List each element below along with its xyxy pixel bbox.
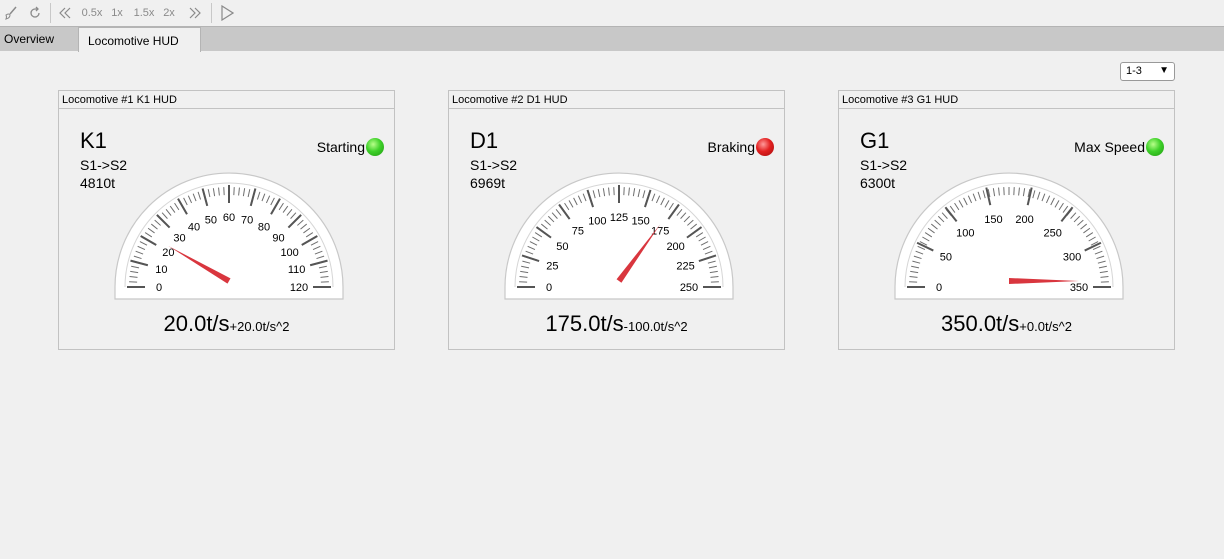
status-indicator: Starting xyxy=(317,138,384,156)
gauge-tick-label: 50 xyxy=(205,214,217,226)
tab-overview[interactable]: Overview xyxy=(0,28,68,50)
gauge-tick-label: 150 xyxy=(631,215,649,227)
gauge-tick-label: 225 xyxy=(676,260,694,272)
speed-2x-button[interactable]: 2x xyxy=(160,3,178,23)
status-text: Max Speed xyxy=(1074,139,1145,155)
speed-value: 20.0t/s xyxy=(163,311,230,336)
speed-readout: 350.0t/s+0.0t/s^2 xyxy=(839,311,1174,337)
locomotive-name: D1 xyxy=(470,128,499,153)
locomotive-name: K1 xyxy=(80,128,107,153)
play-icon[interactable] xyxy=(218,3,236,23)
speedometer-gauge: 0 10 20 30 40 50 60 70 80 90 100 110 120 xyxy=(112,171,346,306)
toolbar: 0.5x 1x 1.5x 2x xyxy=(0,0,1224,26)
gauge-tick-label: 50 xyxy=(556,241,568,253)
locomotive-hud-panel: Locomotive #2 D1 HUD D1 S1->S2 6969t Bra… xyxy=(448,90,785,350)
gauge-tick-label: 150 xyxy=(984,214,1002,226)
gauge-tick-label: 100 xyxy=(956,227,974,239)
chevron-down-icon: ▼ xyxy=(1159,65,1169,76)
fast-forward-icon[interactable] xyxy=(186,3,204,23)
panel-title: Locomotive #1 K1 HUD xyxy=(59,91,394,109)
acceleration-value: +20.0t/s^2 xyxy=(229,319,290,334)
speed-1.5x-button[interactable]: 1.5x xyxy=(132,3,156,23)
gauge-tick-label: 200 xyxy=(666,241,684,253)
gauge-tick-label: 175 xyxy=(651,225,669,237)
acceleration-value: +0.0t/s^2 xyxy=(1019,319,1072,334)
speed-1x-button[interactable]: 1x xyxy=(108,3,126,23)
locomotive-name: G1 xyxy=(860,128,890,153)
gauge-tick-label: 100 xyxy=(280,247,298,259)
panel-title: Locomotive #2 D1 HUD xyxy=(449,91,784,109)
brush-icon[interactable] xyxy=(2,3,20,23)
speed-value: 175.0t/s xyxy=(545,311,624,336)
gauge-svg: 0 50 100 150 200 250 300 350 xyxy=(894,172,1124,300)
speed-readout: 175.0t/s-100.0t/s^2 xyxy=(449,311,784,337)
speed-readout: 20.0t/s+20.0t/s^2 xyxy=(59,311,394,337)
gauge-tick-label: 60 xyxy=(223,212,235,224)
acceleration-value: -100.0t/s^2 xyxy=(623,319,688,334)
gauge-tick-label: 200 xyxy=(1015,214,1033,226)
range-select[interactable]: 1-3 ▼ xyxy=(1120,62,1175,81)
gauge-tick-label: 25 xyxy=(546,260,558,272)
gauge-tick-label: 20 xyxy=(162,247,174,259)
gauge-svg: 0 10 20 3040 50 60 70 8090 100 110 120 xyxy=(114,172,344,300)
speed-value: 350.0t/s xyxy=(941,311,1020,336)
status-lamp-icon xyxy=(756,138,774,156)
gauge-tick-label: 250 xyxy=(680,282,698,294)
gauge-tick-label: 90 xyxy=(272,233,284,245)
status-text: Braking xyxy=(707,139,755,155)
rewind-icon[interactable] xyxy=(56,3,74,23)
gauge-svg: 0 25 50 75 100 125 150175 200 225 250 xyxy=(504,172,734,300)
tab-strip: Overview Locomotive HUD xyxy=(0,26,1224,52)
gauge-tick-label: 40 xyxy=(188,221,200,233)
gauge-tick-label: 70 xyxy=(241,214,253,226)
locomotive-hud-panel: Locomotive #1 K1 HUD K1 S1->S2 4810t Sta… xyxy=(58,90,395,350)
gauge-tick-label: 10 xyxy=(155,264,167,276)
gauge-tick-label: 100 xyxy=(588,215,606,227)
speed-0.5x-button[interactable]: 0.5x xyxy=(80,3,104,23)
gauge-tick-label: 0 xyxy=(546,282,552,294)
speedometer-gauge: 0 25 50 75 100 125 150 175 200 225 250 xyxy=(502,171,736,306)
gauge-tick-label: 250 xyxy=(1043,227,1061,239)
speedometer-gauge: 0 50 100 150 200 250 300 350 xyxy=(892,171,1126,306)
status-lamp-icon xyxy=(1146,138,1164,156)
gauge-tick-label: 300 xyxy=(1063,252,1081,264)
range-select-value: 1-3 xyxy=(1126,65,1142,77)
gauge-tick-label: 30 xyxy=(173,233,185,245)
weight-label: 6300t xyxy=(860,175,896,191)
status-text: Starting xyxy=(316,139,365,155)
weight-label: 4810t xyxy=(80,175,116,191)
panel-title: Locomotive #3 G1 HUD xyxy=(839,91,1174,109)
gauge-tick-label: 0 xyxy=(156,282,162,294)
rotate-icon[interactable] xyxy=(26,3,44,23)
gauge-tick-label: 120 xyxy=(290,282,308,294)
locomotive-hud-panel: Locomotive #3 G1 HUD G1 S1->S2 6300t Max… xyxy=(838,90,1175,350)
gauge-tick-label: 110 xyxy=(288,264,306,276)
status-indicator: Braking xyxy=(708,138,774,156)
gauge-tick-label: 350 xyxy=(1070,282,1088,294)
status-indicator: Max Speed xyxy=(1074,138,1164,156)
weight-label: 6969t xyxy=(470,175,506,191)
gauge-tick-label: 125 xyxy=(610,212,628,224)
gauge-tick-label: 0 xyxy=(936,282,942,294)
tab-locomotive-hud[interactable]: Locomotive HUD xyxy=(78,27,201,52)
gauge-tick-label: 50 xyxy=(940,252,952,264)
gauge-tick-label: 80 xyxy=(258,221,270,233)
gauge-tick-label: 75 xyxy=(572,225,584,237)
status-lamp-icon xyxy=(366,138,384,156)
